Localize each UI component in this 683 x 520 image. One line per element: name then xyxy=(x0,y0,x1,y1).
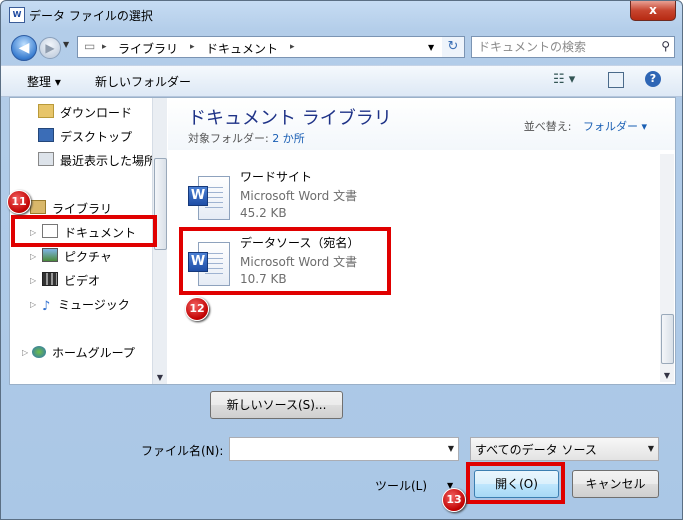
step-badge-11: 11 xyxy=(7,190,31,214)
command-toolbar: 整理 ▾ 新しいフォルダー ☷ ▾ ? xyxy=(1,65,682,97)
expand-arrow-icon[interactable]: ▷ xyxy=(30,276,36,285)
recent-locations-dropdown[interactable]: ▼ xyxy=(63,40,69,49)
nav-item-desktop[interactable]: デスクトップ xyxy=(38,128,132,148)
library-subtitle: 対象フォルダー: 2 か所 xyxy=(188,132,305,145)
forward-button[interactable]: ▶ xyxy=(39,37,61,59)
help-icon[interactable]: ? xyxy=(645,71,661,87)
file-type-select[interactable]: すべてのデータ ソース ▼ xyxy=(470,437,659,461)
organize-button[interactable]: 整理 ▾ xyxy=(27,73,61,90)
file-name: ワードサイト xyxy=(240,170,313,184)
file-list-scrollbar[interactable]: ▼ xyxy=(660,154,674,382)
download-folder-icon xyxy=(38,104,54,118)
new-folder-button[interactable]: 新しいフォルダー xyxy=(95,73,191,90)
address-bar[interactable]: ▭ ▸ ライブラリ ▸ ドキュメント ▸ ▼ xyxy=(77,36,443,58)
file-type-value: すべてのデータ ソース xyxy=(475,443,597,457)
step-badge-12: 12 xyxy=(185,297,209,321)
recent-places-icon xyxy=(38,152,54,166)
file-dialog-window: W データ ファイルの選択 x ◀ ▶ ▼ ▭ ▸ ライブラリ ▸ ドキュメント… xyxy=(0,0,683,520)
address-row: ◀ ▶ ▼ ▭ ▸ ライブラリ ▸ ドキュメント ▸ ▼ ↻ ⚲ xyxy=(1,31,682,63)
chevron-down-icon: ▼ xyxy=(647,444,654,453)
word-document-icon: W xyxy=(188,176,230,220)
window-title: データ ファイルの選択 xyxy=(29,9,153,23)
nav-item-downloads[interactable]: ダウンロード xyxy=(38,104,132,124)
file-item[interactable]: W ワードサイト Microsoft Word 文書 45.2 KB xyxy=(188,168,508,222)
file-size: 45.2 KB xyxy=(240,206,287,220)
highlight-datasource-file xyxy=(179,227,391,295)
music-icon: ♪ xyxy=(42,299,51,314)
highlight-open-button xyxy=(466,462,565,504)
refresh-icon[interactable]: ↻ xyxy=(442,36,465,58)
expand-arrow-icon[interactable]: ▷ xyxy=(30,252,36,261)
homegroup-icon xyxy=(32,346,46,358)
folder-icon: ▭ xyxy=(84,39,96,53)
new-source-button[interactable]: 新しいソース(S)... xyxy=(210,391,343,419)
title-bar: W データ ファイルの選択 x xyxy=(1,1,682,29)
breadcrumb-documents[interactable]: ドキュメント xyxy=(206,40,278,57)
nav-item-pictures[interactable]: ピクチャ xyxy=(42,248,112,268)
nav-item-recent-places[interactable]: 最近表示した場所 xyxy=(38,152,156,172)
library-header: ドキュメント ライブラリ 対象フォルダー: 2 か所 並べ替え: フォルダー ▾ xyxy=(168,98,675,150)
sort-by-dropdown[interactable]: フォルダー ▾ xyxy=(583,120,647,133)
word-app-icon: W xyxy=(9,7,25,23)
highlight-documents xyxy=(11,215,157,247)
scroll-down-arrow-icon[interactable]: ▼ xyxy=(660,371,674,380)
filename-label: ファイル名(N): xyxy=(141,444,224,458)
library-icon xyxy=(30,200,46,214)
sort-control: 並べ替え: フォルダー ▾ xyxy=(523,120,647,133)
breadcrumb-separator: ▸ xyxy=(102,42,107,52)
videos-icon xyxy=(42,272,58,286)
search-input[interactable] xyxy=(476,39,655,55)
cancel-button[interactable]: キャンセル xyxy=(572,470,659,498)
file-scroll-thumb[interactable] xyxy=(661,314,674,364)
step-badge-13: 13 xyxy=(442,488,466,512)
breadcrumb-library[interactable]: ライブラリ xyxy=(118,40,178,57)
search-box[interactable]: ⚲ xyxy=(471,36,675,58)
scroll-down-arrow-icon[interactable]: ▼ xyxy=(153,373,167,382)
expand-arrow-icon[interactable]: ▷ xyxy=(30,300,36,309)
target-folders-link[interactable]: 2 か所 xyxy=(272,132,305,145)
desktop-icon xyxy=(38,128,54,142)
filename-field[interactable]: ▼ xyxy=(229,437,459,461)
close-button[interactable]: x xyxy=(630,1,676,21)
view-options-icon[interactable]: ☷ ▾ xyxy=(553,72,575,87)
search-icon[interactable]: ⚲ xyxy=(661,39,670,53)
library-title: ドキュメント ライブラリ xyxy=(188,108,392,129)
breadcrumb-separator: ▸ xyxy=(190,42,195,52)
back-button[interactable]: ◀ xyxy=(11,35,37,61)
chevron-down-icon[interactable]: ▼ xyxy=(448,444,454,453)
nav-item-homegroup[interactable]: ホームグループ xyxy=(32,344,135,364)
tools-menu[interactable]: ツール(L) xyxy=(375,477,427,494)
nav-item-music[interactable]: ♪ ミュージック xyxy=(42,296,130,316)
breadcrumb-separator: ▸ xyxy=(290,42,295,52)
preview-pane-icon[interactable] xyxy=(608,72,624,88)
pictures-icon xyxy=(42,248,58,262)
file-type: Microsoft Word 文書 xyxy=(240,189,358,203)
nav-item-videos[interactable]: ビデオ xyxy=(42,272,100,292)
expand-arrow-icon[interactable]: ▷ xyxy=(22,348,28,357)
address-dropdown-icon[interactable]: ▼ xyxy=(428,43,434,52)
